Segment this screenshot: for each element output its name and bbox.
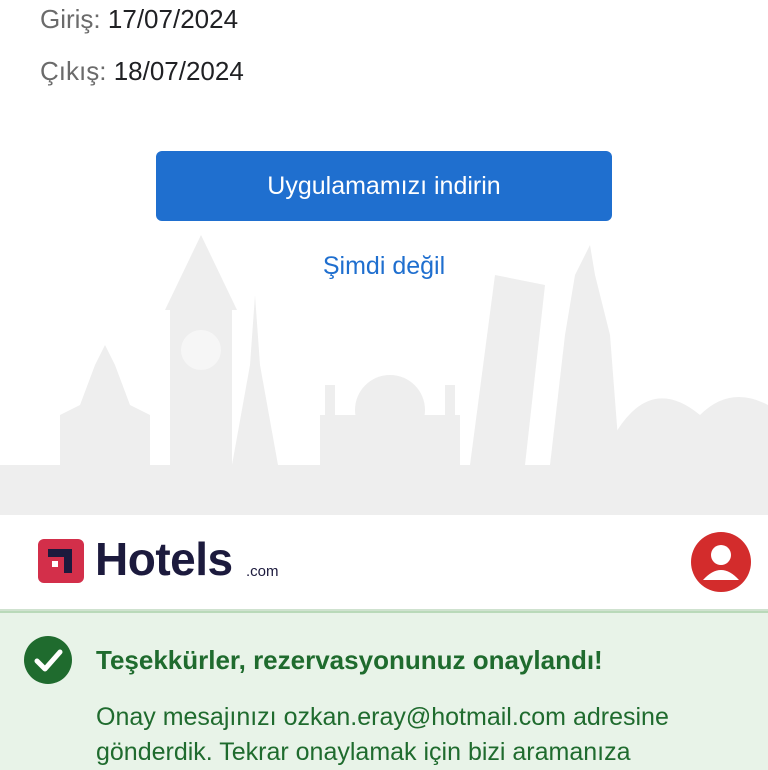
checkin-date: 17/07/2024 xyxy=(107,4,239,34)
checkout-row: Çıkış: 18/07/2024 xyxy=(40,56,244,87)
hotels-logo-suffix: .com xyxy=(246,563,279,580)
check-circle-icon xyxy=(24,636,72,684)
checkout-date: 18/07/2024 xyxy=(113,56,244,86)
checkin-label: Giriş: xyxy=(40,4,101,34)
confirmation-message: Onay mesajınızı ozkan.eray@hotmail.com a… xyxy=(96,703,669,766)
hotels-logo-icon[interactable] xyxy=(38,539,84,583)
app-promo-section: Giriş: 17/07/2024 Çıkış: 18/07/2024 Uygu… xyxy=(0,0,768,515)
confirmation-title: Teşekkürler, rezervasyonunuz onaylandı! xyxy=(96,645,603,675)
checkout-label: Çıkış: xyxy=(40,56,107,86)
checkin-row: Giriş: 17/07/2024 xyxy=(40,4,238,35)
download-app-button[interactable]: Uygulamamızı indirin xyxy=(156,151,612,221)
user-avatar[interactable] xyxy=(691,532,751,592)
not-now-link[interactable]: Şimdi değil xyxy=(0,252,768,281)
user-icon xyxy=(703,545,739,580)
hotels-logo-text[interactable]: Hotels xyxy=(95,532,233,586)
